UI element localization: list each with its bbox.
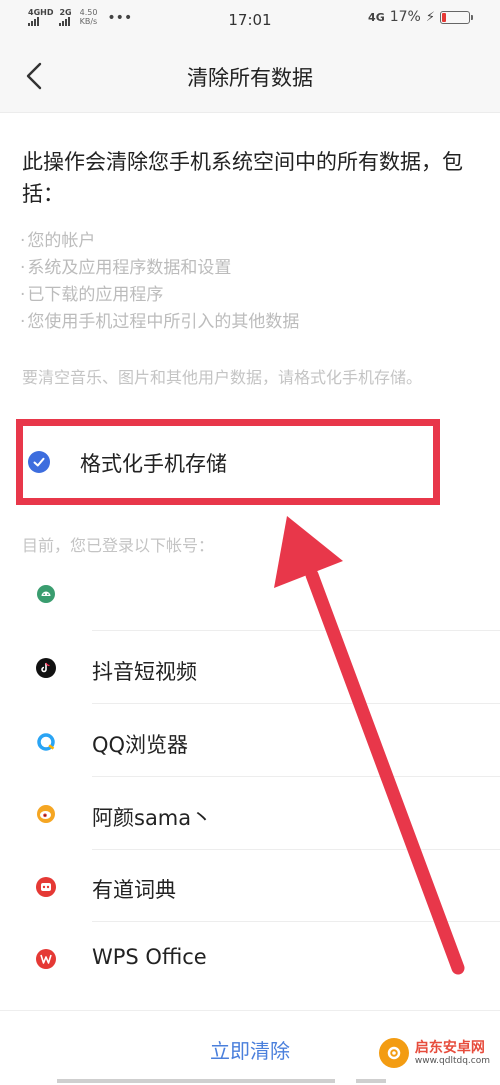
checkbox-checked-icon[interactable] (28, 451, 50, 473)
account-row-youdao[interactable]: 有道词典 (0, 851, 500, 923)
weibo-icon (36, 804, 56, 824)
account-name: QQ浏览器 (92, 733, 189, 757)
account-row-weibo[interactable]: 阿颜sama丶 (0, 778, 500, 850)
home-indicator (57, 1079, 335, 1083)
accounts-label: 目前，您已登录以下帐号： (22, 536, 215, 555)
battery-percent: 17% (389, 9, 421, 25)
description-text: 此操作会清除您手机系统空间中的所有数据，包括： (22, 150, 463, 206)
douyin-icon (36, 658, 56, 678)
format-hint-text: 要清空音乐、图片和其他用户数据，请格式化手机存储。 (22, 368, 423, 387)
clear-now-button[interactable]: 立即清除 (0, 1035, 500, 1064)
charging-icon: ⚡ (425, 9, 435, 25)
account-name: WPS Office (92, 945, 207, 969)
battery-icon (440, 10, 473, 24)
battery-level (442, 12, 446, 22)
divider (92, 703, 500, 704)
nav-bar: 清除所有数据 (0, 40, 500, 113)
home-indicator-secondary (356, 1079, 386, 1083)
account-row-android[interactable] (0, 558, 500, 630)
account-name: 抖音短视频 (92, 660, 197, 684)
data-list: 您的帐户 系统及应用程序数据和设置 已下载的应用程序 您使用手机过程中所引入的其… (20, 228, 480, 336)
bottom-bar: 立即清除 (0, 1010, 500, 1085)
account-name: 有道词典 (92, 878, 176, 902)
page-title: 清除所有数据 (187, 66, 313, 90)
list-item: 已下载的应用程序 (20, 282, 480, 309)
list-item: 您的帐户 (20, 228, 480, 255)
divider (92, 630, 500, 631)
divider (92, 776, 500, 777)
divider (92, 849, 500, 850)
divider (92, 921, 500, 922)
format-storage-label: 格式化手机存储 (80, 452, 227, 476)
list-item: 系统及应用程序数据和设置 (20, 255, 480, 282)
status-bar: 4GHD 2G 4.50 KB/s ••• 17:01 4G 17% ⚡ (0, 0, 500, 40)
account-name: 阿颜sama丶 (92, 806, 213, 830)
android-icon (36, 584, 56, 604)
format-storage-option[interactable]: 格式化手机存储 (0, 420, 500, 506)
list-item: 您使用手机过程中所引入的其他数据 (20, 309, 480, 336)
qq-browser-icon (36, 732, 56, 752)
youdao-icon (36, 877, 56, 897)
status-right: 4G 17% ⚡ (368, 9, 473, 25)
account-row-wps[interactable]: WPS Office (0, 923, 500, 995)
account-row-qq-browser[interactable]: QQ浏览器 (0, 705, 500, 777)
account-row-douyin[interactable]: 抖音短视频 (0, 632, 500, 704)
wps-icon (36, 949, 56, 969)
net-4g-label: 4G (368, 10, 385, 24)
